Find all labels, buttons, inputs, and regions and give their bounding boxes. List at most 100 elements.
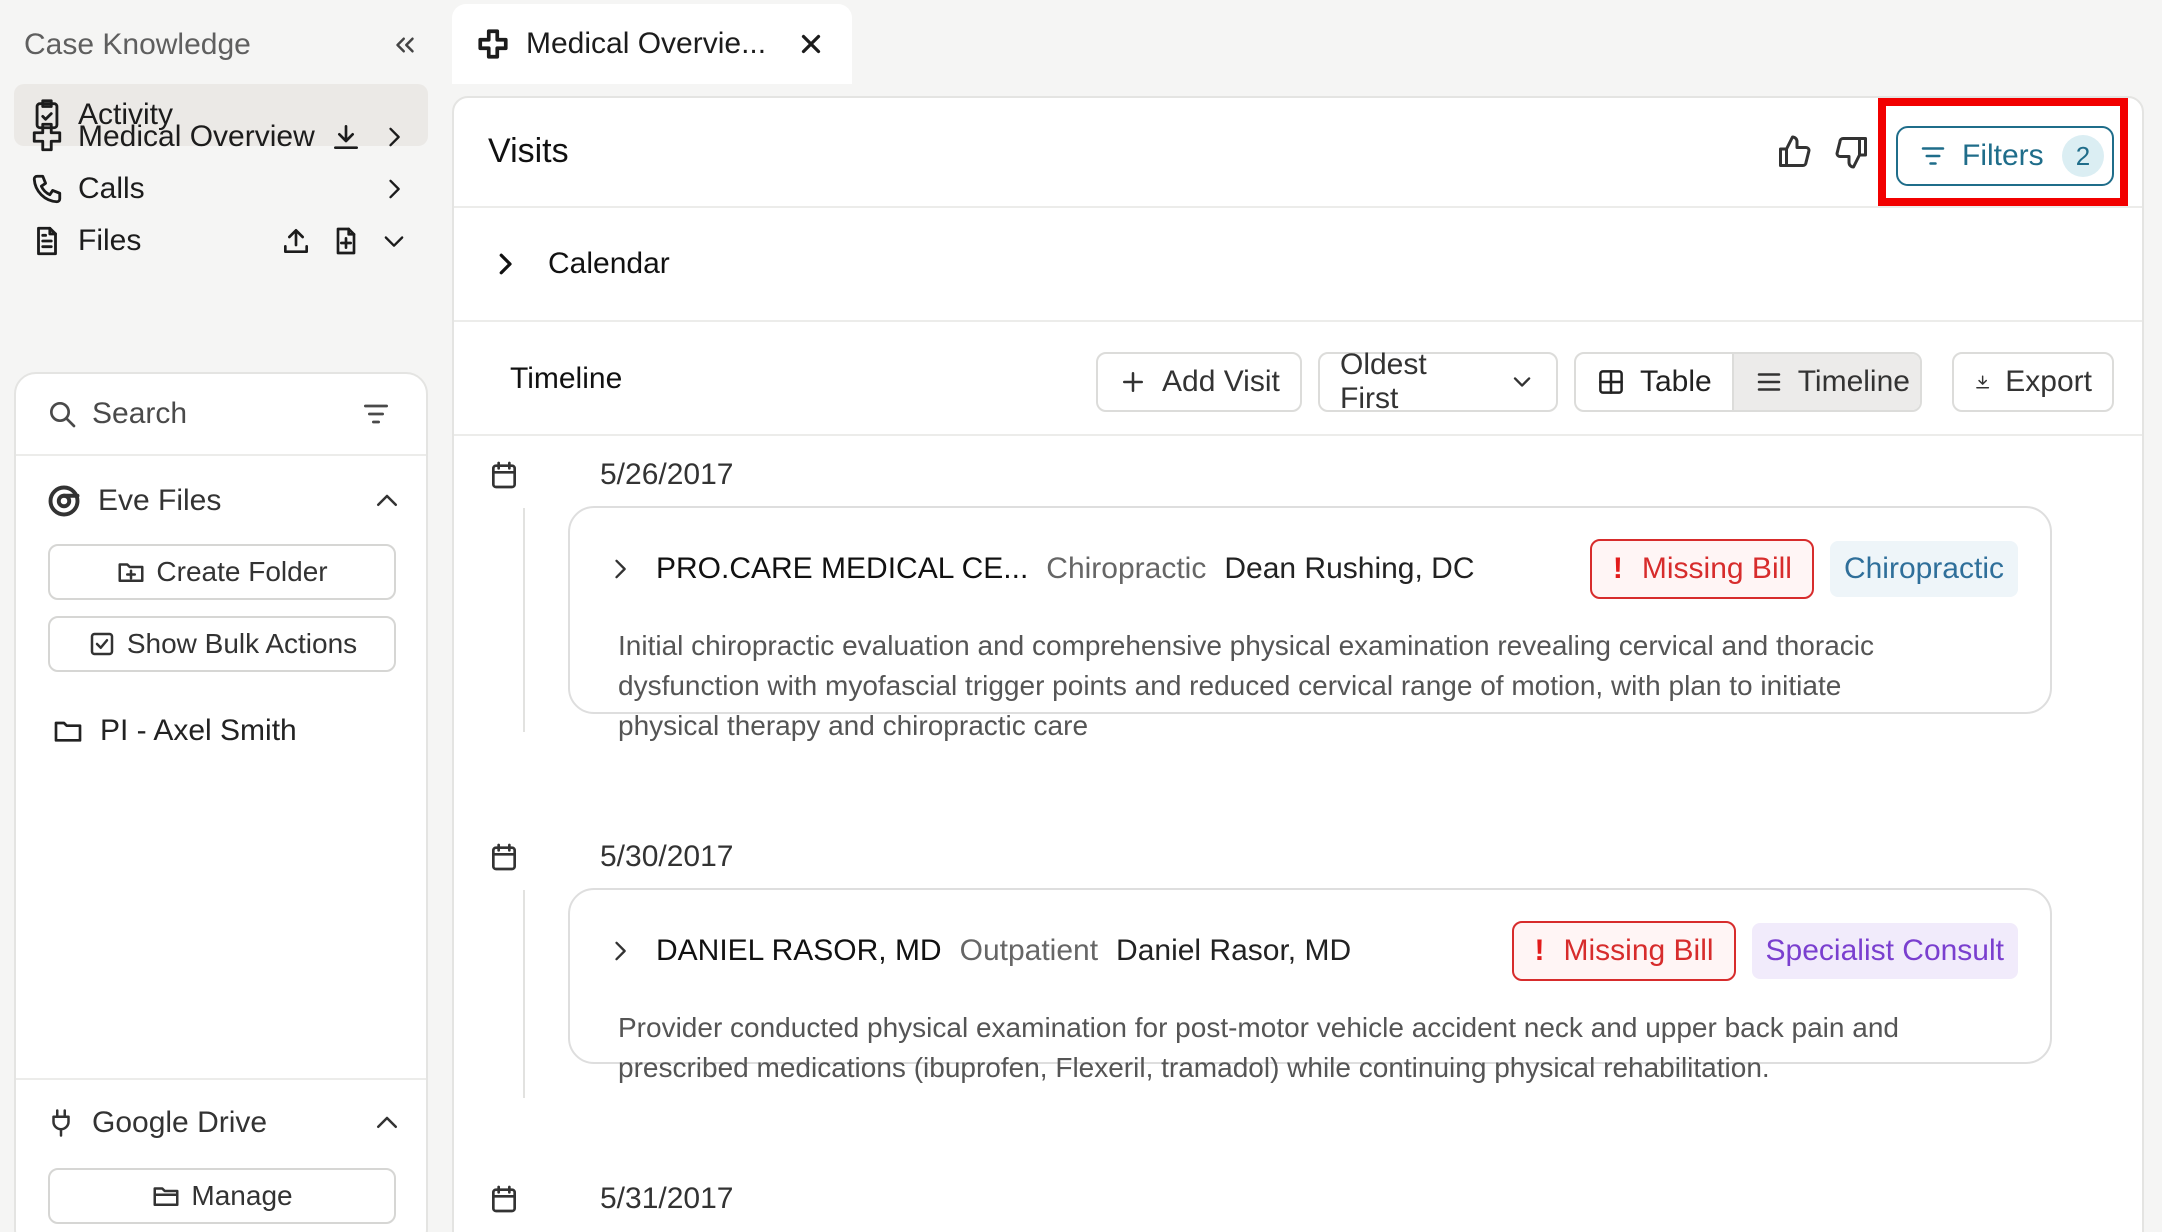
chevron-down-icon[interactable] (380, 227, 408, 255)
files-panel: Search Eve Files Create Folder Show Bulk… (14, 372, 428, 1232)
manage-label: Manage (191, 1180, 293, 1211)
create-folder-button[interactable]: Create Folder (48, 544, 396, 600)
eve-logo-icon (48, 485, 80, 517)
sidebar-header: Case Knowledge (24, 22, 420, 68)
calendar-label: Calendar (548, 247, 670, 280)
sidebar-item-actions (380, 175, 408, 203)
chevron-right-icon (499, 253, 512, 275)
chevron-right-icon[interactable] (606, 555, 634, 583)
missing-bill-badge[interactable]: ! Missing Bill (1511, 921, 1736, 981)
thumbs-up-icon[interactable] (1776, 134, 1812, 170)
chevron-up-icon[interactable] (372, 1108, 402, 1138)
google-drive-section[interactable]: Google Drive (46, 1098, 402, 1148)
sidebar-item-label: Files (78, 224, 142, 257)
page-title: Visits (488, 132, 569, 170)
visits-timeline: 5/26/2017 PRO.CARE MEDICAL CE... Chiropr… (454, 436, 2142, 1232)
chevron-right-icon[interactable] (380, 175, 408, 203)
visit-date: 5/31/2017 (600, 1182, 734, 1215)
status-badge: Missing Bill (1641, 552, 1792, 585)
file-plus-icon[interactable] (330, 225, 362, 257)
sidebar-item-files[interactable]: Files (14, 210, 428, 272)
plug-icon (52, 1109, 70, 1137)
files-search[interactable]: Search (16, 374, 426, 456)
list-icon (1757, 373, 1780, 391)
checkbox-icon (90, 632, 114, 656)
sidebar-item-label: Medical Overview (78, 120, 315, 153)
add-visit-label: Add Visit (1162, 365, 1280, 398)
eve-files-section[interactable]: Eve Files (46, 476, 402, 526)
sidebar-item-actions (330, 121, 408, 153)
visit-card[interactable]: DANIEL RASOR, MD Outpatient Daniel Rasor… (568, 888, 2052, 1083)
close-icon[interactable] (796, 29, 826, 59)
plus-icon (1123, 372, 1143, 392)
visit-type: Outpatient (959, 934, 1099, 967)
timeline-view-label: Timeline (1797, 365, 1910, 398)
visit-type: Chiropractic (1046, 552, 1207, 585)
export-button[interactable]: Export (1952, 352, 2114, 412)
chevron-down-icon (1513, 377, 1531, 387)
visit-date: 5/26/2017 (600, 458, 734, 491)
visit-doctor: Dean Rushing, DC (1224, 552, 1475, 585)
show-bulk-actions-button[interactable]: Show Bulk Actions (48, 616, 396, 672)
visit-card-header: DANIEL RASOR, MD Outpatient Daniel Rasor… (606, 921, 2018, 981)
visit-date-row: 5/30/2017 (488, 840, 733, 874)
highlight-annotation (1878, 98, 2128, 206)
add-visit-button[interactable]: Add Visit (1096, 352, 1302, 412)
filter-lines-icon[interactable] (360, 398, 392, 430)
manage-button[interactable]: Manage (48, 1168, 396, 1224)
chevron-right-icon[interactable] (606, 937, 634, 965)
folder-icon (54, 721, 82, 742)
timeline-toolbar: Timeline Add Visit Oldest First Table Ti… (454, 322, 2142, 436)
timeline-connector (523, 508, 525, 732)
google-drive-label: Google Drive (92, 1106, 268, 1139)
visits-header: Visits Filters 2 (454, 98, 2142, 208)
download-icon[interactable] (330, 121, 362, 153)
visit-provider: DANIEL RASOR, MD (656, 934, 942, 967)
search-label: Search (92, 397, 188, 430)
chevron-up-icon[interactable] (372, 486, 402, 516)
download-icon (1976, 375, 1990, 389)
visit-card-header: PRO.CARE MEDICAL CE... Chiropractic Dean… (606, 539, 2018, 599)
visit-provider: PRO.CARE MEDICAL CE... (656, 552, 1029, 585)
timeline-title: Timeline (510, 362, 623, 395)
status-badge: Missing Bill (1563, 934, 1714, 967)
folder-item[interactable]: PI - Axel Smith (52, 714, 297, 748)
grid-icon (1599, 370, 1623, 394)
missing-bill-badge[interactable]: ! Missing Bill (1589, 539, 1814, 599)
timeline-view-button[interactable]: Timeline (1731, 354, 1920, 410)
alert-icon: ! (1534, 934, 1545, 967)
table-view-button[interactable]: Table (1576, 354, 1732, 410)
calendar-icon (492, 843, 516, 871)
folder-open-icon (153, 1187, 179, 1206)
category-badge: Chiropractic (1829, 541, 2018, 597)
visit-description: Initial chiropractic evaluation and comp… (618, 630, 1874, 741)
tab-medical-overview[interactable]: Medical Overvie... (452, 4, 852, 84)
thumbs-down-icon[interactable] (1834, 134, 1870, 170)
sort-dropdown[interactable]: Oldest First (1318, 348, 1558, 415)
folder-plus-icon (118, 563, 144, 582)
sort-label: Oldest First (1340, 348, 1427, 415)
create-folder-label: Create Folder (156, 556, 328, 587)
visit-date: 5/30/2017 (600, 840, 734, 873)
calendar-toggle[interactable]: Calendar (454, 208, 2142, 322)
panel-divider (16, 1078, 426, 1080)
tab-label: Medical Overvie... (526, 27, 767, 60)
visit-date-row: 5/26/2017 (488, 458, 733, 492)
visit-date-row: 5/31/2017 (488, 1182, 733, 1216)
sidebar: Case Knowledge Activity Medical Overview… (0, 0, 440, 1232)
folder-label: PI - Axel Smith (100, 714, 297, 747)
category-badge: Specialist Consult (1751, 923, 2018, 979)
visit-card[interactable]: PRO.CARE MEDICAL CE... Chiropractic Dean… (568, 506, 2052, 741)
file-text-icon (37, 226, 57, 256)
collapse-sidebar-icon[interactable] (390, 30, 420, 60)
medical-cross-icon (478, 29, 508, 59)
upload-icon[interactable] (280, 225, 312, 257)
export-label: Export (2005, 365, 2092, 398)
sidebar-item-label: Calls (78, 172, 145, 205)
visits-panel: Visits Filters 2 Calendar Timeline Add V… (452, 96, 2144, 1232)
timeline-connector (523, 890, 525, 1098)
visit-doctor: Daniel Rasor, MD (1116, 934, 1352, 967)
alert-icon: ! (1612, 552, 1623, 585)
phone-icon (32, 174, 62, 204)
chevron-right-icon[interactable] (380, 123, 408, 151)
